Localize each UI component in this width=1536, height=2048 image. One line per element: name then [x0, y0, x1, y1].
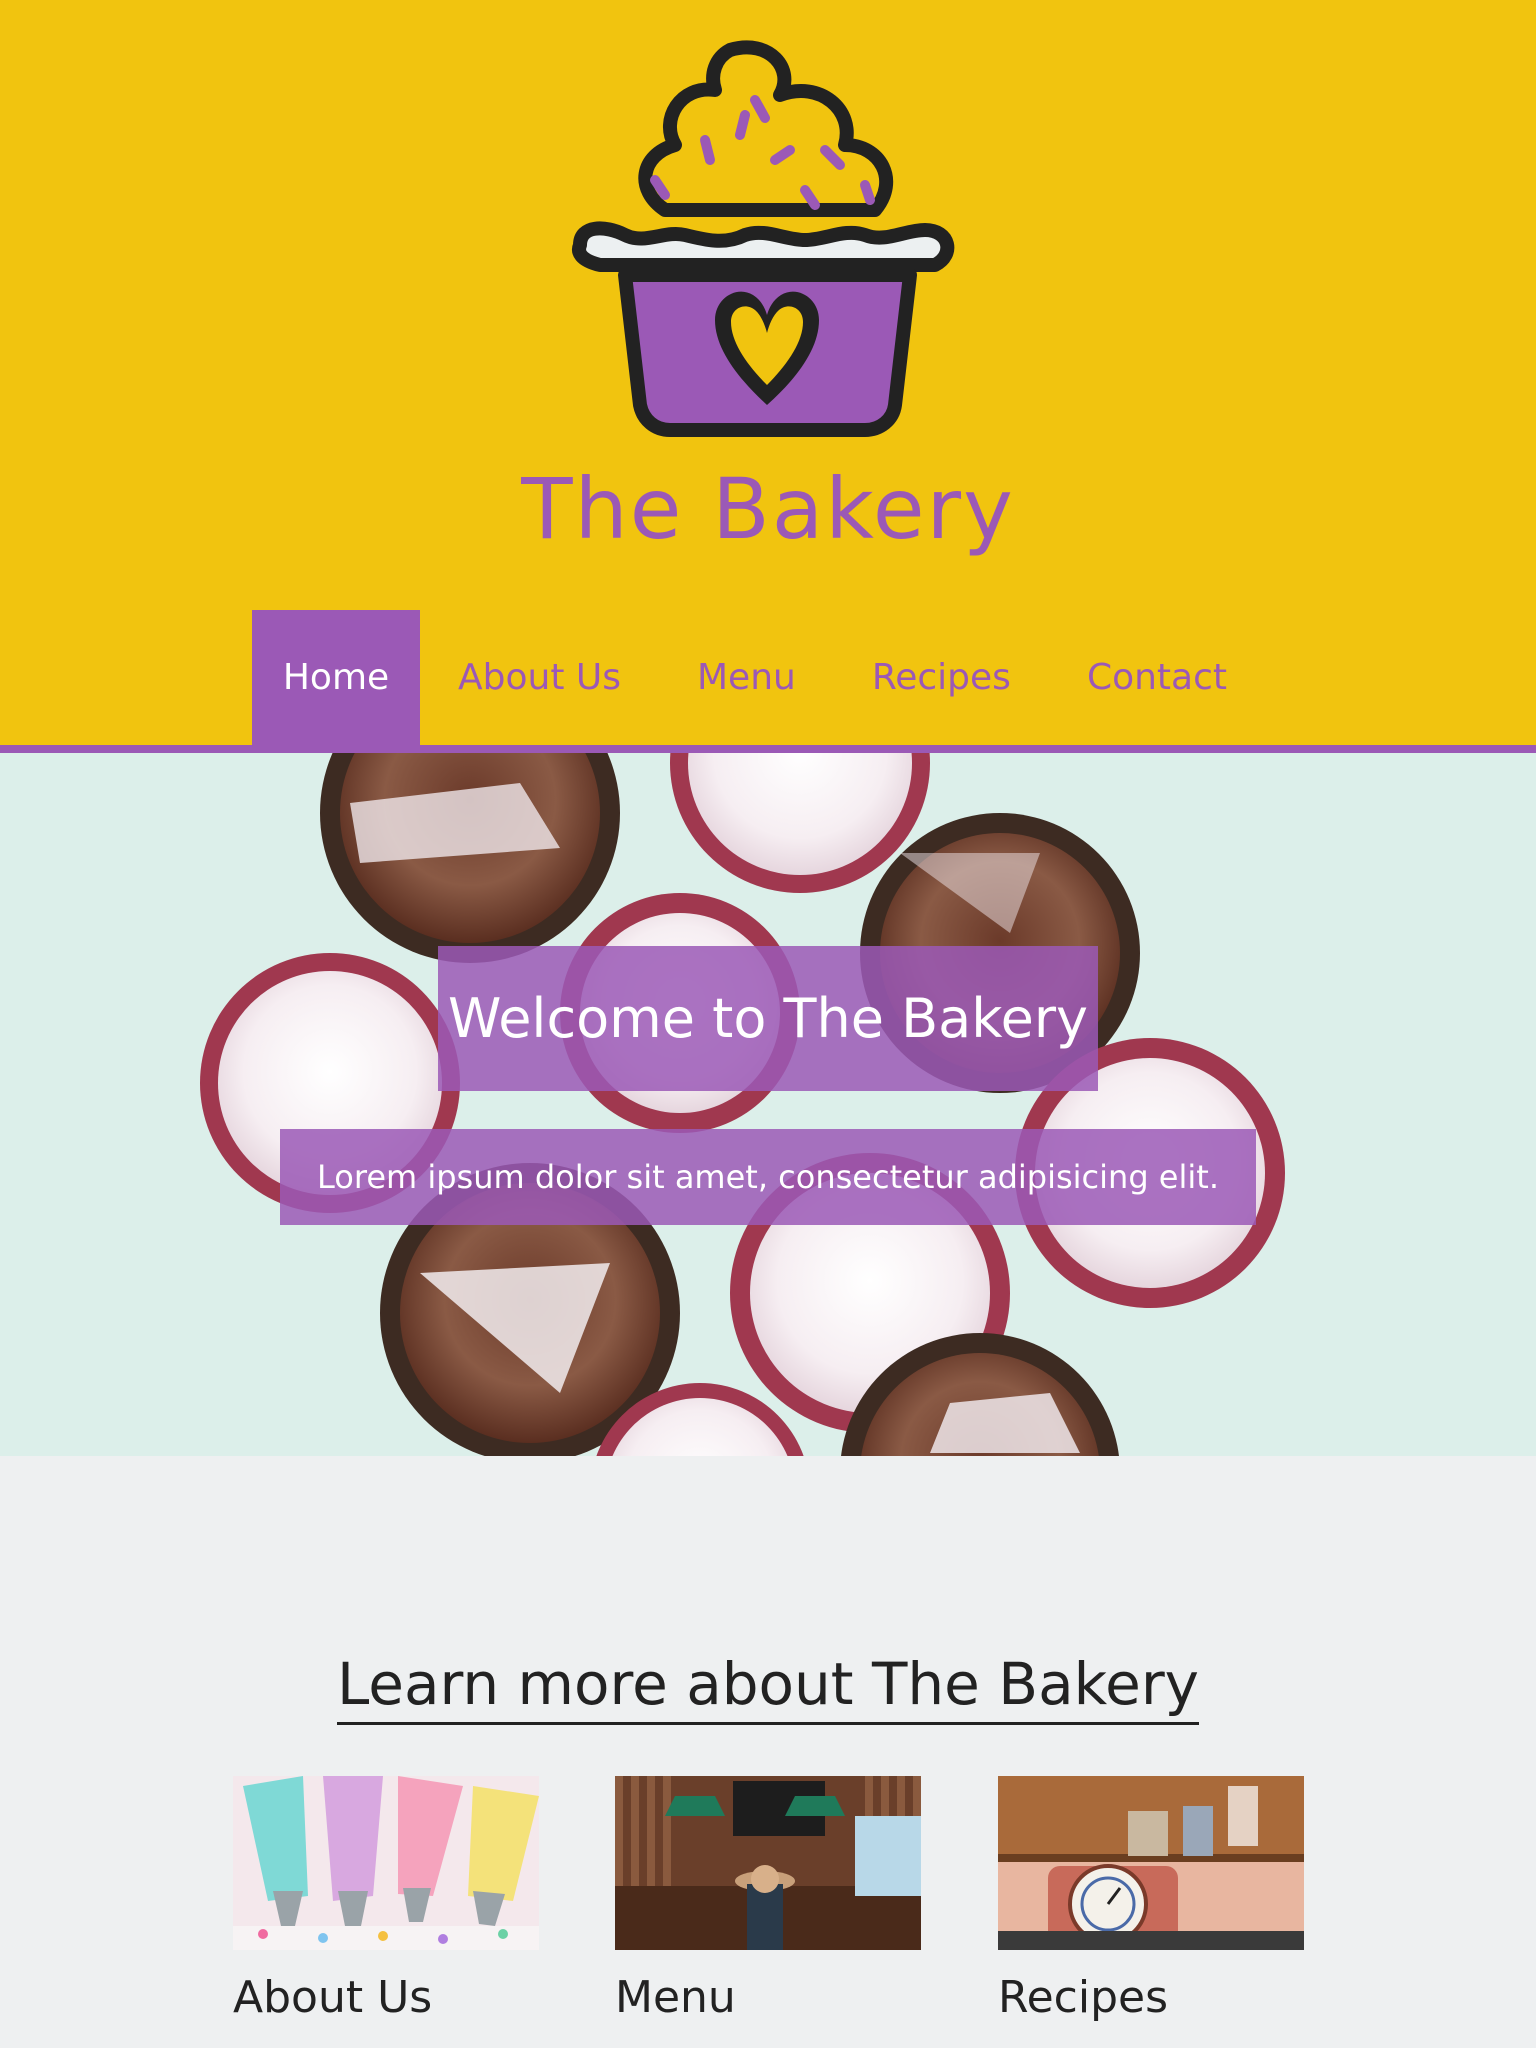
learn-more-heading-text: Learn more about The Bakery	[336, 1650, 1199, 1725]
card-about-us[interactable]: About Us	[233, 1776, 539, 2023]
card-label-recipes[interactable]: Recipes	[998, 1972, 1304, 2023]
nav-menu[interactable]: Menu	[659, 610, 834, 745]
hero-banner: Welcome to The Bakery Lorem ipsum dolor …	[0, 753, 1536, 1456]
cupcake-logo-icon[interactable]	[565, 40, 970, 440]
card-recipes[interactable]: Recipes	[998, 1776, 1304, 2023]
hero-cupcakes-image	[0, 753, 1536, 1456]
piping-bags-image[interactable]	[233, 1776, 539, 1950]
hero-subtitle: Lorem ipsum dolor sit amet, consectetur …	[280, 1129, 1256, 1225]
site-title: The Bakery	[521, 460, 1015, 558]
site-header: The Bakery Home About Us Menu Recipes Co…	[0, 0, 1536, 753]
nav-home[interactable]: Home	[252, 610, 420, 745]
card-label-about-us[interactable]: About Us	[233, 1972, 539, 2023]
nav-contact[interactable]: Contact	[1049, 610, 1265, 745]
hero-title: Welcome to The Bakery	[438, 946, 1098, 1091]
kitchen-scale-image[interactable]	[998, 1776, 1304, 1950]
card-label-menu[interactable]: Menu	[615, 1972, 921, 2023]
nav-recipes[interactable]: Recipes	[834, 610, 1049, 745]
card-menu[interactable]: Menu	[615, 1776, 921, 2023]
cafe-interior-image[interactable]	[615, 1776, 921, 1950]
learn-more-heading: Learn more about The Bakery	[0, 1650, 1536, 1725]
main-nav: Home About Us Menu Recipes Contact	[252, 610, 1265, 745]
nav-about-us[interactable]: About Us	[420, 610, 659, 745]
